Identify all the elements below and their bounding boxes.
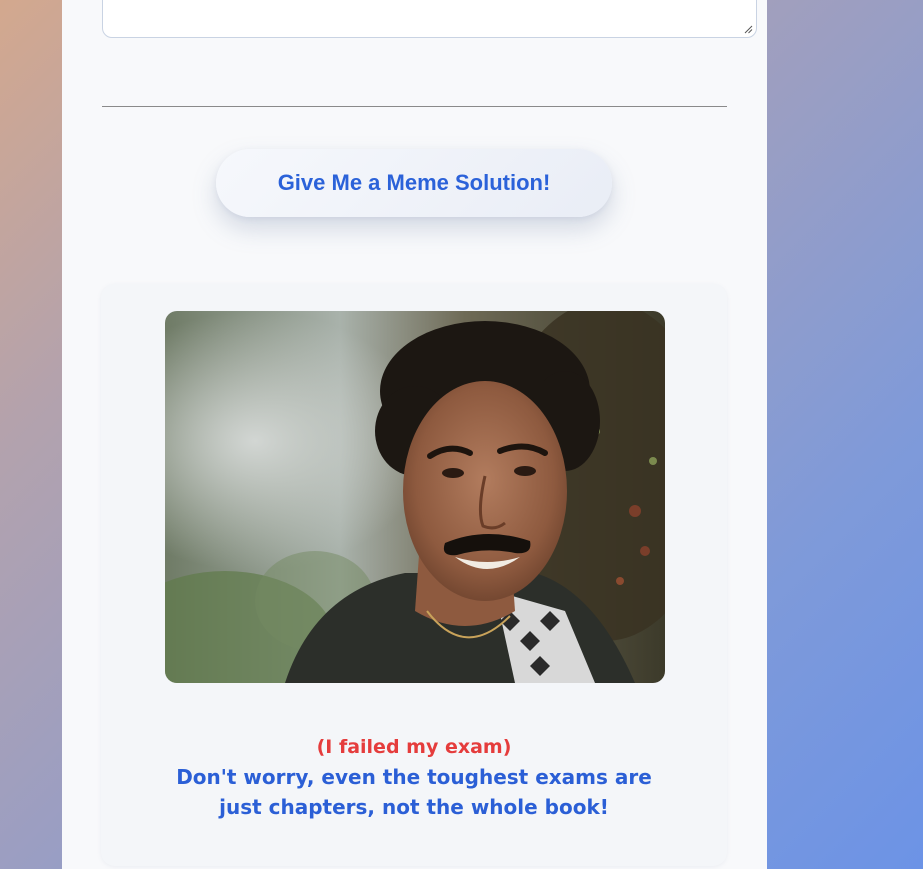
solution-text: Don't worry, even the toughest exams are… bbox=[176, 765, 652, 819]
problem-textarea[interactable] bbox=[102, 0, 757, 38]
problem-text: (I failed my exam) bbox=[316, 736, 512, 758]
meme-image bbox=[165, 311, 665, 683]
meme-solution-button[interactable]: Give Me a Meme Solution! bbox=[216, 149, 612, 217]
section-divider bbox=[102, 106, 727, 107]
resize-grip-icon[interactable] bbox=[744, 25, 753, 34]
result-panel: (I failed my exam) Don't worry, even the… bbox=[101, 284, 727, 866]
main-card: Give Me a Meme Solution! (I failed my ex… bbox=[62, 0, 767, 869]
